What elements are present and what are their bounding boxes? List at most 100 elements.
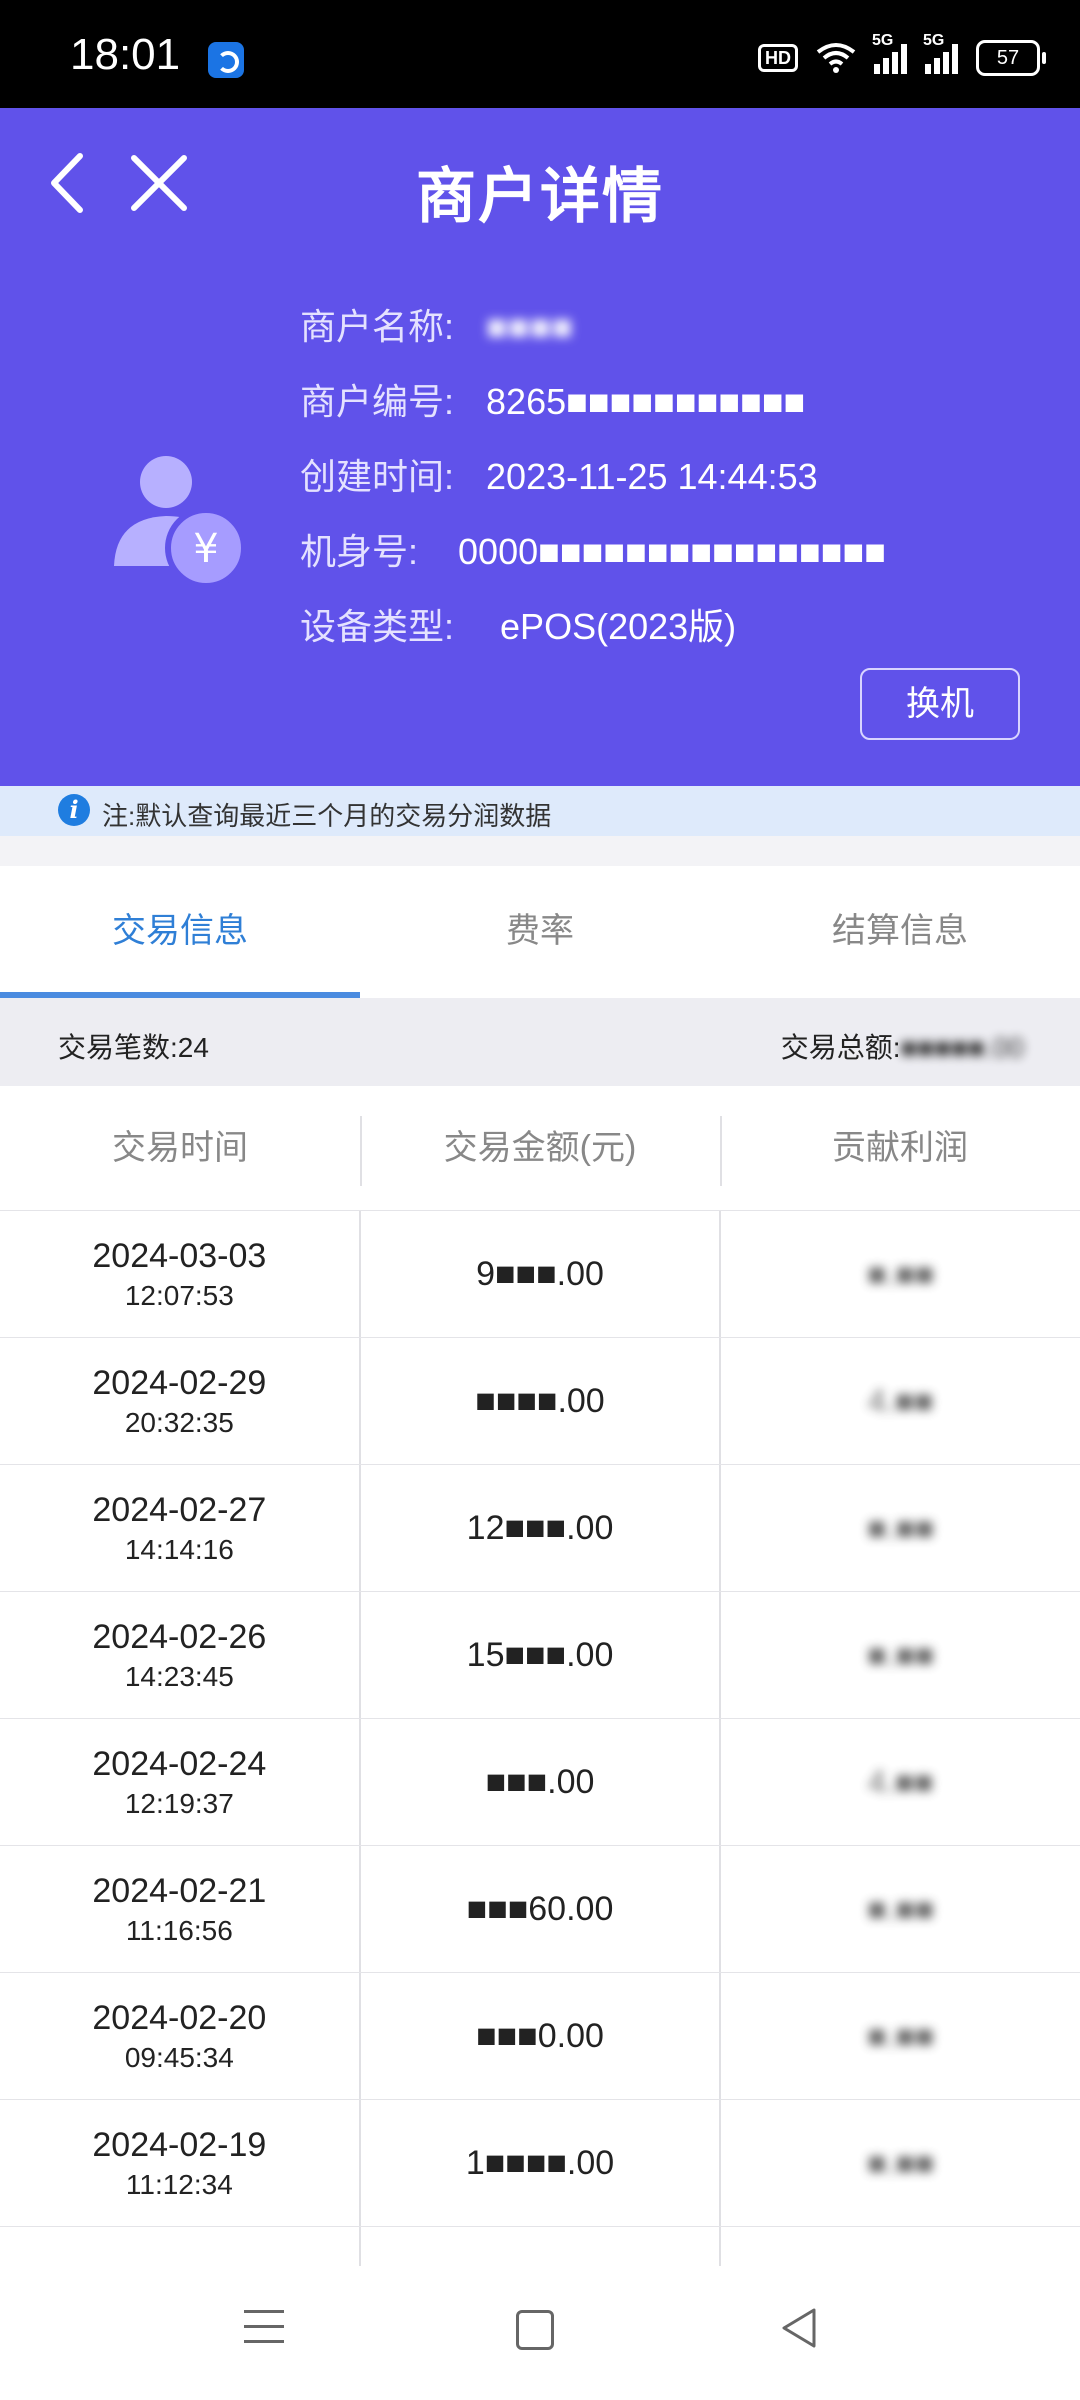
transaction-time: 14:14:16 — [124, 1533, 234, 1565]
svg-text:¥: ¥ — [193, 526, 218, 572]
profit-cell: ■.■■ — [719, 1973, 1080, 2099]
transaction-total-label: 交易总额: — [780, 1032, 901, 1063]
transaction-time: 12:19:37 — [124, 1787, 234, 1819]
merchant-name-value: ■■■■ — [486, 306, 574, 347]
device-type-label: 设备类型: — [300, 606, 455, 647]
signal-icon: 5G — [923, 32, 958, 74]
table-row[interactable]: 2024-02-27 14:14:16 12■■■.00 ■.■■ — [0, 1465, 1080, 1592]
table-row[interactable]: 2024-02-29 20:32:35 ■■■■.00 4.■■ — [0, 1338, 1080, 1465]
merchant-number-row: 商户编号: 8265■■■■■■■■■■■ — [300, 373, 805, 425]
table-row[interactable]: 2024-02-20 09:45:34 ■■■0.00 ■.■■ — [0, 1973, 1080, 2100]
transaction-amount: ■■■■.00 — [475, 1381, 605, 1420]
table-row[interactable]: 2024-02-26 14:23:45 15■■■.00 ■.■■ — [0, 1592, 1080, 1719]
time-cell: 2024-02-26 14:23:45 — [0, 1592, 359, 1718]
system-nav-bar — [0, 2266, 1080, 2400]
table-row[interactable]: 2024-02-21 11:16:56 ■■■60.00 ■.■■ — [0, 1846, 1080, 1973]
transaction-time: 11:16:56 — [125, 1914, 233, 1946]
profit-cell: ■.■■ — [719, 1846, 1080, 1972]
table-row[interactable]: 2024-03-03 12:07:53 9■■■.00 ■.■■ — [0, 1211, 1080, 1338]
time-cell: 2024-02-19 11:12:34 — [0, 2100, 359, 2226]
column-header-profit: 贡献利润 — [720, 1086, 1080, 1210]
transaction-date: 2024-02-20 — [92, 1998, 267, 2037]
transaction-profit: ■.■■ — [867, 1890, 935, 1927]
transaction-date: 2024-02-21 — [92, 1871, 267, 1910]
transaction-time: 11:12:34 — [125, 2168, 233, 2200]
tab-transaction-info[interactable]: 交易信息 — [0, 866, 360, 998]
merchant-number-label: 商户编号: — [300, 381, 455, 422]
time-cell: 2024-02-20 09:45:34 — [0, 1973, 359, 2099]
table-row[interactable]: 2024-02-19 11:12:34 1■■■■.00 ■.■■ — [0, 2100, 1080, 2227]
transaction-total: 交易总额:■■■■■.00 — [781, 1026, 1024, 1066]
app-notification-icon — [208, 42, 244, 78]
status-bar: 18:01 HD 5G 5G 57 — [0, 0, 1080, 108]
swap-device-button[interactable]: 换机 — [860, 668, 1020, 740]
transaction-time: 09:45:34 — [124, 2041, 234, 2073]
chevron-left-icon[interactable] — [40, 148, 110, 218]
wifi-icon — [816, 43, 856, 73]
network-type: 5G — [872, 32, 894, 49]
merchant-number-value: 8265■■■■■■■■■■■ — [486, 381, 806, 422]
info-icon: i — [58, 794, 90, 826]
time-cell: 2024-02-24 12:19:37 — [0, 1719, 359, 1845]
merchant-name-row: 商户名称: ■■■■ — [300, 298, 573, 350]
notice-bar: i 注:默认查询最近三个月的交易分润数据 — [0, 786, 1080, 836]
tab-bar: 交易信息 费率 结算信息 — [0, 866, 1080, 998]
transaction-profit: ■.■■ — [867, 1509, 935, 1546]
device-type-value: ePOS(2023版) — [500, 606, 737, 647]
table-row[interactable]: 2024-02-24 12:19:37 ■■■.00 4.■■ — [0, 1719, 1080, 1846]
created-time-value: 2023-11-25 14:44:53 — [486, 456, 818, 497]
menu-icon[interactable] — [244, 2310, 284, 2346]
transaction-table: 交易时间 交易金额(元) 贡献利润 2024-03-03 12:07:53 9■■■… — [0, 1086, 1080, 2266]
profit-cell: ■.■■ — [719, 1465, 1080, 1591]
transaction-profit: ■.■■ — [867, 1255, 935, 1292]
profit-cell: ■.■■ — [719, 1592, 1080, 1718]
transaction-date: 2024-02-26 — [92, 1617, 267, 1656]
transaction-date: 2024-02-29 — [92, 1363, 267, 1402]
table-row[interactable]: 2024-02-16 — [0, 2227, 1080, 2266]
home-square-icon[interactable] — [516, 2310, 554, 2350]
transaction-amount: 9■■■.00 — [476, 1254, 604, 1293]
signal-icon: 5G — [872, 32, 907, 74]
transaction-count-value: 24 — [177, 1032, 209, 1063]
hd-voice-icon: HD — [758, 44, 798, 72]
amount-cell — [358, 2227, 720, 2266]
profit-cell — [719, 2227, 1080, 2266]
created-time-label: 创建时间: — [300, 456, 455, 497]
merchant-name-label: 商户名称: — [300, 306, 455, 347]
back-triangle-icon[interactable] — [780, 2306, 820, 2350]
merchant-header: 商户详情 ¥ 商户名称: ■■■■ 商户编号: 8265■■■■■■■■■■■ … — [0, 108, 1080, 786]
transaction-profit: 4.■■ — [868, 1382, 934, 1419]
close-icon[interactable] — [124, 148, 194, 218]
transaction-amount: ■■■0.00 — [476, 2016, 604, 2055]
transaction-profit: 4.■■ — [868, 1763, 934, 1800]
amount-cell: 1■■■■.00 — [358, 2100, 720, 2226]
amount-cell: ■■■■.00 — [358, 1338, 720, 1464]
profit-cell: 4.■■ — [719, 1338, 1080, 1464]
transaction-amount: 1■■■■.00 — [465, 2143, 615, 2182]
merchant-yuan-icon: ¥ — [114, 456, 247, 588]
transaction-amount: 12■■■.00 — [466, 1508, 614, 1547]
time-cell: 2024-02-29 20:32:35 — [0, 1338, 359, 1464]
transaction-date: 2024-03-03 — [92, 1236, 267, 1275]
notice-text: 注:默认查询最近三个月的交易分润数据 — [102, 801, 552, 831]
serial-number-label: 机身号: — [300, 531, 419, 572]
amount-cell: ■■■0.00 — [358, 1973, 720, 2099]
profit-cell: ■.■■ — [719, 1211, 1080, 1337]
transaction-amount: ■■■60.00 — [466, 1889, 614, 1928]
amount-cell: ■■■60.00 — [358, 1846, 720, 1972]
profit-cell: 4.■■ — [719, 1719, 1080, 1845]
tab-settlement-info[interactable]: 结算信息 — [720, 866, 1080, 998]
transaction-date: 2024-02-19 — [92, 2125, 267, 2164]
transaction-time: 14:23:45 — [124, 1660, 234, 1692]
transaction-amount: 15■■■.00 — [466, 1635, 614, 1674]
network-type: 5G — [923, 32, 945, 49]
status-time: 18:01 — [70, 30, 181, 79]
transaction-time: 20:32:35 — [124, 1406, 234, 1438]
battery-icon: 57 — [976, 40, 1046, 76]
created-time-row: 创建时间: 2023-11-25 14:44:53 — [300, 448, 818, 500]
transaction-profit: ■.■■ — [867, 2017, 935, 2054]
transaction-profit: ■.■■ — [867, 2144, 935, 2181]
time-cell: 2024-02-21 11:16:56 — [0, 1846, 359, 1972]
tab-rate[interactable]: 费率 — [360, 866, 720, 998]
amount-cell: 12■■■.00 — [358, 1465, 720, 1591]
